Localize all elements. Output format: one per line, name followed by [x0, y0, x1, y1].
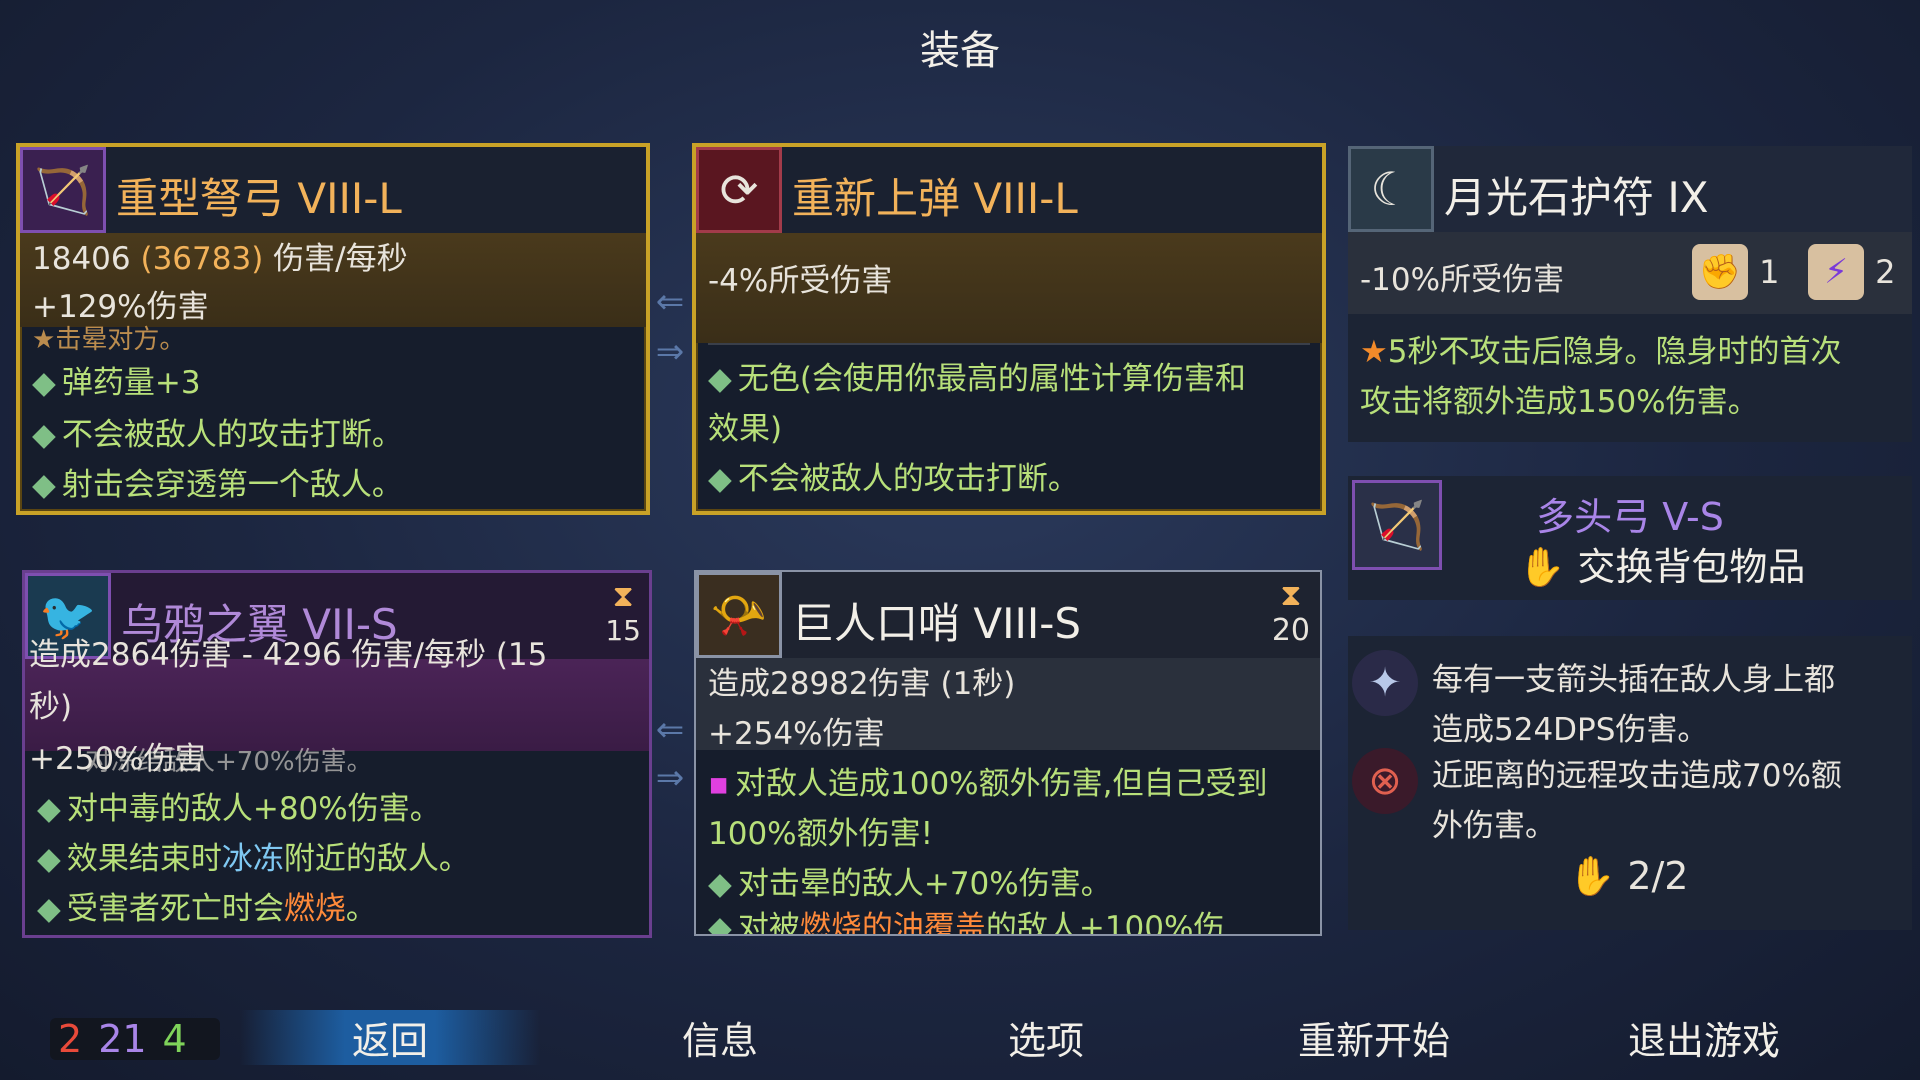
whistle-icon: 📯	[696, 572, 782, 658]
dps-line: 造成2864伤害 - 4296 伤害/每秒 (15	[29, 637, 548, 673]
skill-name: 巨人口哨 VIII-S	[792, 599, 1082, 648]
amulet-header: ☾ 月光石护符 IX	[1348, 146, 1912, 232]
diamond-icon: ◆	[708, 866, 732, 902]
diamond-icon: ◆	[37, 891, 61, 927]
brutality-count: 2	[58, 1017, 83, 1061]
affix-3: ◆ 射击会穿透第一个敌人。	[32, 467, 403, 503]
tactics-count: 21	[98, 1017, 147, 1061]
partial-affix: ◆ 对被燃烧的油覆盖的敌人+100%伤	[708, 902, 1224, 936]
amulet-slot[interactable]: ☾ 月光石护符 IX -10%所受伤害 ✊ 1 ⚡ 2 ★5秒不攻击后隐身。隐身…	[1348, 146, 1912, 442]
star-icon: ★	[32, 325, 56, 355]
affix-3: ◆ 受害者死亡时会燃烧。	[37, 891, 377, 927]
options-button[interactable]: 选项	[946, 1010, 1146, 1065]
swap-left-arrow-icon[interactable]: ⇐	[650, 713, 690, 747]
crossbow-icon: 🏹	[20, 147, 106, 233]
divider	[708, 343, 1310, 345]
skill-header: 📯 巨人口哨 VIII-S	[696, 572, 1320, 658]
partial-affix: 对冻结敌人+70%伤害。	[85, 747, 373, 777]
screen-title: 装备	[920, 28, 1000, 74]
lightning-scroll-icon: ⚡	[1808, 244, 1864, 300]
mutation-2-line2: 外伤害。	[1432, 808, 1556, 844]
cooldown: ⧗ 20	[1272, 578, 1310, 648]
scroll-counter: 2 21 4	[50, 1018, 220, 1060]
affix-2: ◆ 对击晕的敌人+70%伤害。	[708, 866, 1112, 902]
reload-icon: ⟳	[696, 147, 782, 233]
backpack-slot[interactable]: 🏹 多头弓 V-S ✋ 交换背包物品	[1348, 476, 1912, 600]
hand-icon: ✋	[1568, 854, 1616, 898]
affix-2: ◆ 效果结束时冰冻附近的敌人。	[37, 841, 470, 877]
diamond-icon: ◆	[32, 365, 56, 401]
affix-1: ▪ 对敌人造成100%额外伤害,但自己受到	[708, 766, 1268, 802]
diamond-icon: ◆	[37, 791, 61, 827]
restart-button[interactable]: 重新开始	[1254, 1010, 1494, 1065]
swap-right-arrow-icon[interactable]: ⇒	[650, 761, 690, 795]
skill-slot-2[interactable]: 📯 巨人口哨 VIII-S ⧗ 20 造成28982伤害 (1秒) +254%伤…	[694, 570, 1322, 936]
curse-bullet-icon: ▪	[708, 766, 730, 802]
survival-count: 4	[162, 1017, 187, 1061]
mutations-panel: ✦ 每有一支箭头插在敌人身上都 造成524DPS伤害。 ⊗ 近距离的远程攻击造成…	[1348, 636, 1912, 930]
arrow-spike-icon: ✦	[1352, 650, 1418, 716]
dps-unit: 伤害/每秒	[273, 241, 408, 277]
amulet-name: 月光石护符 IX	[1444, 173, 1709, 222]
damage-taken-bonus: -10%所受伤害	[1360, 262, 1565, 298]
hourglass-icon: ⧗	[612, 579, 634, 614]
weapon-slot-1[interactable]: 🏹 重型弩弓 VIII-L 18406 (36783) 伤害/每秒 +129%伤…	[16, 143, 650, 515]
diamond-icon: ◆	[32, 467, 56, 503]
diamond-icon: ◆	[708, 461, 732, 497]
scroll-red-count: 1	[1759, 253, 1780, 291]
cooldown-value: 20	[1271, 613, 1310, 648]
quit-button[interactable]: 退出游戏	[1584, 1010, 1824, 1065]
damage-bonus: +254%伤害	[708, 716, 885, 752]
dps-line-cont: 秒)	[29, 689, 73, 725]
weapon-name: 重型弩弓 VIII-L	[116, 174, 402, 223]
diamond-icon: ◆	[708, 361, 732, 397]
affix-2: ◆ 不会被敌人的攻击打断。	[708, 461, 1079, 497]
scroll-purple: ⚡ 2	[1808, 244, 1895, 300]
affix-1: ◆ 无色(会使用你最高的属性计算伤害和	[708, 361, 1246, 397]
back-button[interactable]: 返回	[240, 1010, 540, 1065]
diamond-icon: ◆	[32, 417, 56, 453]
dps-line: 18406 (36783) 伤害/每秒	[32, 233, 408, 278]
affix-1-cont: 100%额外伤害!	[708, 816, 934, 852]
close-range-icon: ⊗	[1352, 748, 1418, 814]
damage-taken-bonus: -4%所受伤害	[708, 263, 893, 299]
mutation-2[interactable]: ⊗	[1352, 748, 1418, 814]
scroll-purple-count: 2	[1875, 253, 1896, 291]
scroll-red: ✊ 1	[1692, 244, 1779, 300]
mutation-slots: ✋ 2/2	[1568, 854, 1689, 898]
diamond-icon: ◆	[708, 910, 732, 936]
weapon-header: 🏹 重型弩弓 VIII-L	[20, 147, 646, 233]
hand-icon: ✋	[1518, 545, 1566, 589]
amulet-desc-2: 攻击将额外造成150%伤害。	[1360, 384, 1759, 420]
mutation-2-line1: 近距离的远程攻击造成70%额	[1432, 758, 1842, 794]
amulet-desc-1: ★5秒不攻击后隐身。隐身时的首次	[1360, 334, 1842, 370]
backpack-weapon-name: 多头弓 V-S	[1536, 495, 1724, 539]
info-button[interactable]: 信息	[620, 1010, 820, 1065]
swap-left-arrow-icon[interactable]: ⇐	[650, 285, 690, 319]
cooldown: ⧗ 15	[605, 579, 641, 647]
affix-1: ◆ 弹药量+3	[32, 365, 201, 401]
star-icon: ★	[1360, 334, 1388, 370]
damage-line: 造成28982伤害 (1秒)	[708, 666, 1016, 702]
affix-1: ◆ 对中毒的敌人+80%伤害。	[37, 791, 441, 827]
weapon-name: 重新上弹 VIII-L	[792, 174, 1078, 223]
dps-crit-value: (36783)	[140, 241, 264, 277]
skill-slot-1[interactable]: 🐦 乌鸦之翼 VII-S ⧗ 15 造成2864伤害 - 4296 伤害/每秒 …	[22, 570, 652, 938]
hourglass-icon: ⧗	[1280, 578, 1302, 613]
swap-backpack-button[interactable]: ✋ 交换背包物品	[1518, 536, 1805, 591]
partial-affix: ★击晕对方。	[32, 325, 186, 355]
affix-1-cont: 效果)	[708, 411, 783, 447]
swap-right-arrow-icon[interactable]: ⇒	[650, 335, 690, 369]
affix-2: ◆ 不会被敌人的攻击打断。	[32, 417, 403, 453]
fist-scroll-icon: ✊	[1692, 244, 1748, 300]
weapon-header: ⟳ 重新上弹 VIII-L	[696, 147, 1322, 233]
diamond-icon: ◆	[37, 841, 61, 877]
dps-value: 18406	[32, 241, 131, 277]
mutation-1-line2: 造成524DPS伤害。	[1432, 712, 1709, 748]
amulet-icon: ☾	[1348, 146, 1434, 232]
mutation-1-line1: 每有一支箭头插在敌人身上都	[1432, 662, 1835, 698]
weapon-slot-2[interactable]: ⟳ 重新上弹 VIII-L -4%所受伤害 ◆ 无色(会使用你最高的属性计算伤害和…	[692, 143, 1326, 515]
cooldown-value: 15	[605, 614, 641, 647]
mutation-1[interactable]: ✦	[1352, 650, 1418, 716]
